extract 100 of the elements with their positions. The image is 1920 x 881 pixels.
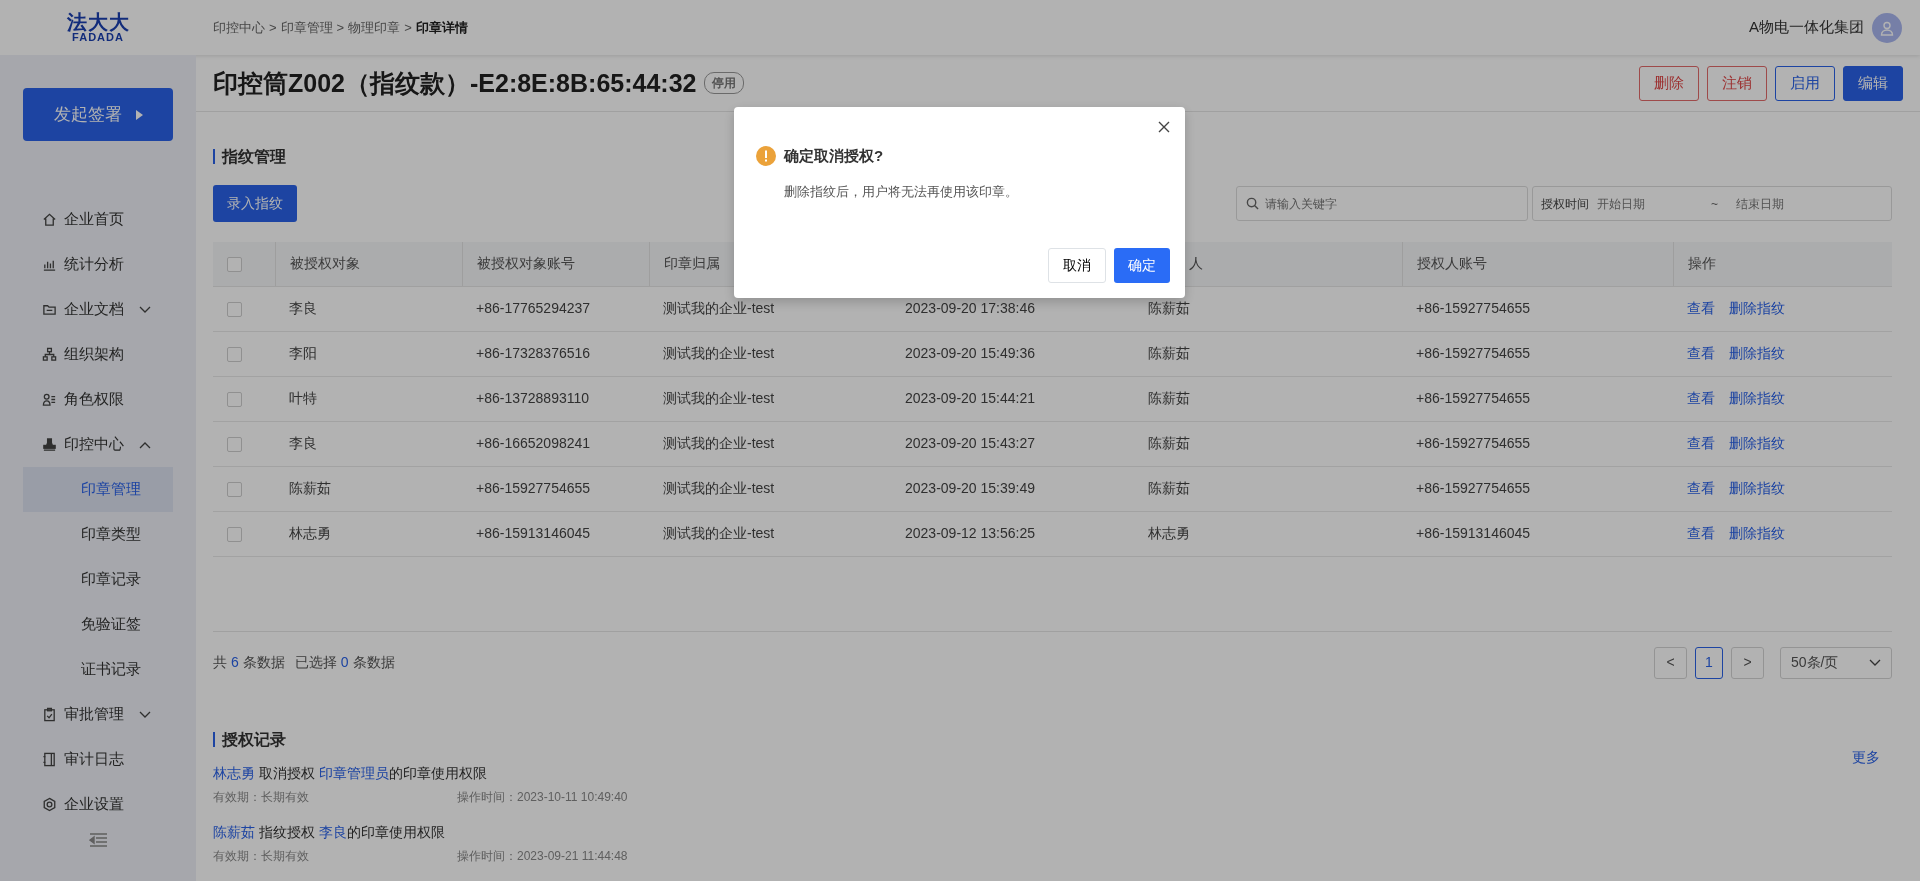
- table-cell: 2023-09-20 15:43:27: [905, 435, 1035, 451]
- column-header: 操作: [1687, 255, 1716, 272]
- user-link[interactable]: 印章管理员: [318, 764, 389, 781]
- view-link[interactable]: 查看: [1687, 345, 1715, 361]
- sidebar-subitem[interactable]: 证书记录: [23, 647, 173, 692]
- sidebar-item[interactable]: 企业首页: [0, 197, 196, 242]
- stamp-icon: [42, 437, 57, 452]
- next-page-button[interactable]: >: [1731, 646, 1764, 679]
- clipboard-check-icon: [42, 707, 57, 722]
- delete-link[interactable]: 删除指纹: [1729, 435, 1785, 451]
- delete-link[interactable]: 删除指纹: [1729, 390, 1785, 406]
- end-date-input[interactable]: 结束日期: [1734, 193, 1834, 214]
- row-checkbox[interactable]: [227, 301, 242, 317]
- close-icon[interactable]: [1158, 121, 1170, 133]
- user-link[interactable]: 陈薪茹: [213, 823, 255, 840]
- dialog-message: 删除指纹后，用户将无法再使用该印章。: [784, 182, 1019, 201]
- select-all-checkbox[interactable]: [227, 257, 242, 273]
- sidebar-item[interactable]: 印控中心: [0, 422, 196, 467]
- view-link[interactable]: 查看: [1687, 390, 1715, 406]
- sidebar-subitem[interactable]: 印章类型: [23, 512, 173, 557]
- organization-name: A物电一体化集团: [1749, 17, 1864, 38]
- delete-link[interactable]: 删除指纹: [1729, 480, 1785, 496]
- delete-link[interactable]: 删除指纹: [1729, 345, 1785, 361]
- org-chart-icon: [42, 347, 57, 362]
- user-link[interactable]: 林志勇: [213, 764, 255, 781]
- view-link[interactable]: 查看: [1687, 525, 1715, 541]
- table-cell: 2023-09-20 15:39:49: [905, 480, 1035, 496]
- user-link[interactable]: 李良: [318, 823, 347, 840]
- breadcrumb-item[interactable]: 物理印章: [348, 17, 401, 38]
- record-text: 陈薪茹 指纹授权 李良的印章使用权限: [213, 822, 446, 842]
- row-checkbox[interactable]: [227, 346, 242, 362]
- record-text: 林志勇 取消授权 印章管理员的印章使用权限: [213, 763, 488, 783]
- table-cell: 李阳: [289, 345, 317, 361]
- start-date-input[interactable]: 开始日期: [1595, 193, 1705, 214]
- sidebar-item[interactable]: 企业设置: [0, 782, 196, 827]
- delete-link[interactable]: 删除指纹: [1729, 300, 1785, 316]
- user-avatar[interactable]: [1872, 12, 1902, 43]
- previous-page-button[interactable]: <: [1654, 646, 1687, 679]
- column-header: 授权人账号: [1416, 255, 1487, 272]
- search-field[interactable]: 请输入关键字: [1236, 186, 1528, 221]
- delete-link[interactable]: 删除指纹: [1729, 525, 1785, 541]
- table-cell: 测试我的企业-test: [663, 390, 775, 406]
- table-cell: 林志勇: [289, 525, 331, 541]
- home-icon: [42, 212, 57, 227]
- selection-summary: 共 6 条数据 已选择 0 条数据: [213, 653, 396, 672]
- start-signing-button[interactable]: 发起签署: [23, 88, 173, 141]
- view-link[interactable]: 查看: [1687, 300, 1715, 316]
- table-cell: +86-15913146045: [1416, 525, 1531, 541]
- table-cell: 陈薪茹: [1148, 300, 1190, 316]
- table-cell: 测试我的企业-test: [663, 300, 775, 316]
- action-button[interactable]: 删除: [1639, 65, 1699, 101]
- operation-time: 操作时间：2023-10-11 10:49:40: [457, 788, 628, 806]
- breadcrumb-item[interactable]: 印控中心: [213, 17, 265, 38]
- page-number-button[interactable]: 1: [1695, 646, 1723, 679]
- action-button[interactable]: 启用: [1775, 65, 1835, 101]
- dialog-title: 确定取消授权?: [784, 146, 884, 166]
- add-fingerprint-button[interactable]: 录入指纹: [213, 185, 297, 222]
- table-cell: 李良: [289, 300, 317, 316]
- logo: 法大大 FADADA: [66, 12, 130, 43]
- page-size-select[interactable]: 50条/页: [1780, 646, 1892, 679]
- column-header: 人: [1188, 255, 1203, 272]
- row-checkbox[interactable]: [227, 436, 242, 452]
- sidebar-item[interactable]: 审计日志: [0, 737, 196, 782]
- status-badge: 停用: [704, 72, 745, 94]
- breadcrumb-item: 印章详情: [415, 18, 468, 37]
- sidebar-subitem[interactable]: 印章管理: [23, 467, 173, 512]
- view-link[interactable]: 查看: [1687, 480, 1715, 496]
- column-header: 被授权对象账号: [476, 255, 575, 272]
- row-checkbox[interactable]: [227, 481, 242, 497]
- sidebar-subitem[interactable]: 印章记录: [23, 557, 173, 602]
- row-checkbox[interactable]: [227, 391, 242, 407]
- sidebar-item[interactable]: 企业文档: [0, 287, 196, 332]
- sidebar-item[interactable]: 角色权限: [0, 377, 196, 422]
- table-cell: 陈薪茹: [289, 480, 331, 496]
- table-cell: 陈薪茹: [1148, 480, 1190, 496]
- table-cell: +86-15927754655: [1416, 300, 1531, 316]
- warning-icon: [756, 146, 776, 167]
- table-cell: 陈薪茹: [1148, 345, 1190, 361]
- table-cell: +86-15927754655: [1416, 435, 1531, 451]
- table-cell: +86-15927754655: [476, 480, 591, 496]
- table-cell: 测试我的企业-test: [663, 345, 775, 361]
- cancel-button[interactable]: 取消: [1048, 248, 1106, 283]
- sidebar-item[interactable]: 审批管理: [0, 692, 196, 737]
- table-cell: 叶特: [289, 390, 317, 406]
- date-range-field[interactable]: 授权时间 开始日期 ~ 结束日期: [1532, 186, 1892, 221]
- confirm-button[interactable]: 确定: [1114, 248, 1170, 283]
- more-link[interactable]: 更多: [1852, 746, 1880, 865]
- breadcrumb-item[interactable]: 印章管理: [280, 17, 333, 38]
- action-button[interactable]: 编辑: [1843, 65, 1903, 101]
- action-button[interactable]: 注销: [1707, 65, 1767, 101]
- collapse-menu-icon[interactable]: [89, 833, 107, 847]
- view-link[interactable]: 查看: [1687, 435, 1715, 451]
- operation-time: 操作时间：2023-09-21 11:44:48: [457, 847, 628, 865]
- sidebar-item[interactable]: 统计分析: [0, 242, 196, 287]
- sidebar-subitem[interactable]: 免验证签: [23, 602, 173, 647]
- page-title: 印控筒Z002（指纹款）-E2:8E:8B:65:44:32: [213, 68, 697, 98]
- row-checkbox[interactable]: [227, 526, 242, 542]
- date-separator: ~: [1711, 195, 1718, 213]
- sidebar-item[interactable]: 组织架构: [0, 332, 196, 377]
- table-cell: +86-13728893110: [476, 390, 590, 406]
